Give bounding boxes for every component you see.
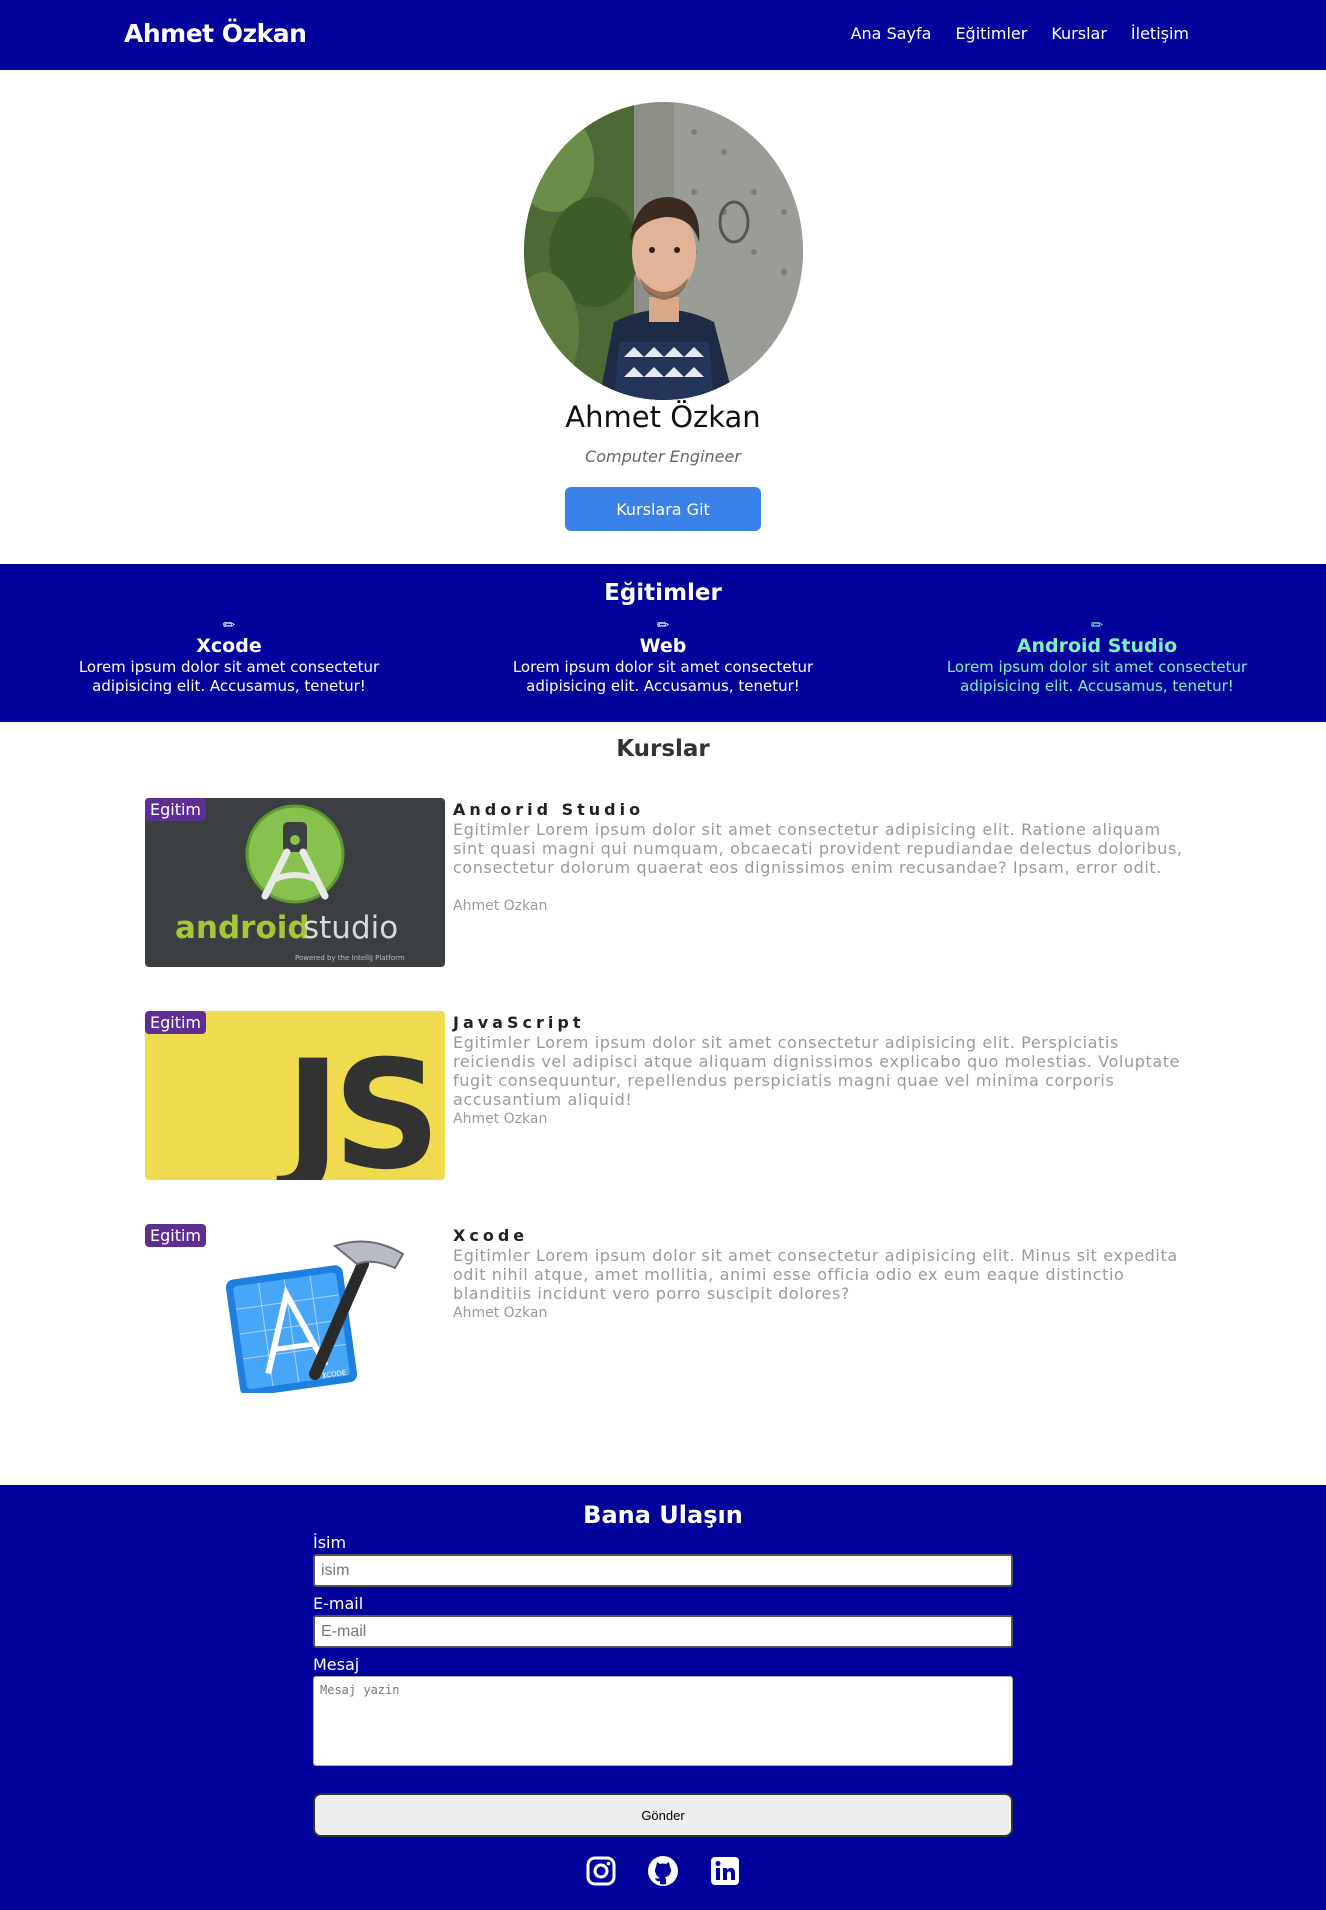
brand-logo[interactable]: Ahmet Özkan	[124, 19, 307, 48]
contact-title: Bana Ulaşın	[583, 1501, 743, 1529]
send-button[interactable]: Gönder	[313, 1793, 1013, 1837]
course-title[interactable]: Xcode	[453, 1226, 528, 1245]
email-label: E-mail	[313, 1594, 364, 1613]
education-item-title: Android Studio	[1016, 635, 1178, 657]
studio-logo-text: studio	[303, 910, 398, 946]
nav-education[interactable]: Eğitimler	[955, 24, 1027, 43]
social-links	[0, 1855, 1326, 1887]
contact-section: Bana Ulaşın İsim E-mail Mesaj Gönder	[0, 1485, 1326, 1910]
education-section: Eğitimler ✏ Xcode Lorem ipsum dolor sit …	[0, 564, 1326, 722]
education-item-text: Lorem ipsum dolor sit amet consectetur a…	[512, 658, 814, 695]
nav-home[interactable]: Ana Sayfa	[851, 24, 932, 43]
courses-title: Kurslar	[616, 736, 710, 762]
education-item: ✏ Xcode Lorem ipsum dolor sit amet conse…	[54, 616, 404, 696]
linkedin-icon[interactable]	[709, 1855, 741, 1887]
hero-name: Ahmet Özkan	[565, 400, 761, 434]
nav-menu: Ana Sayfa Eğitimler Kurslar İletişim	[851, 24, 1189, 43]
xcode-thumbnail[interactable]: Egitim XCODE	[145, 1224, 445, 1393]
name-input[interactable]	[313, 1554, 1013, 1587]
education-item: ✏ Web Lorem ipsum dolor sit amet consect…	[488, 616, 838, 696]
education-item-text: Lorem ipsum dolor sit amet consectetur a…	[78, 658, 380, 695]
javascript-thumbnail[interactable]: Egitim JS	[145, 1011, 445, 1180]
go-to-courses-button[interactable]: Kurslara Git	[565, 487, 761, 531]
name-label: İsim	[313, 1533, 347, 1552]
course-author: Ahmet Ozkan	[453, 1111, 548, 1127]
course-description: Egitimler Lorem ipsum dolor sit amet con…	[453, 1246, 1178, 1303]
email-input[interactable]	[313, 1615, 1013, 1648]
nav-contact[interactable]: İletişim	[1131, 24, 1189, 43]
course-badge: Egitim	[145, 1011, 207, 1034]
course-card: Egitim JS JavaScript Egitimler Lorem ips…	[145, 1011, 1185, 1181]
js-logo-text: JS	[276, 1029, 433, 1180]
course-title[interactable]: JavaScript	[453, 1013, 584, 1032]
android-logo-text: android	[175, 910, 310, 946]
course-author: Ahmet Ozkan	[453, 1305, 548, 1321]
instagram-icon[interactable]	[585, 1855, 617, 1887]
pencil-icon: ✏	[222, 616, 236, 634]
github-icon[interactable]	[647, 1855, 679, 1887]
message-label: Mesaj	[313, 1655, 360, 1674]
hero-role: Computer Engineer	[585, 447, 741, 466]
javascript-logo-icon: JS	[276, 1029, 441, 1180]
navbar: Ahmet Özkan Ana Sayfa Eğitimler Kurslar …	[0, 0, 1326, 70]
course-title[interactable]: Andorid Studio	[453, 800, 644, 819]
xcode-logo-icon: XCODE	[225, 1240, 405, 1393]
course-badge: Egitim	[145, 1224, 207, 1247]
education-item: ✏ Android Studio Lorem ipsum dolor sit a…	[922, 616, 1272, 696]
course-description: Egitimler Lorem ipsum dolor sit amet con…	[453, 1033, 1181, 1109]
course-card: Egitim XCODE Xcode Egitimler Lorem ipsum…	[145, 1224, 1185, 1394]
message-textarea[interactable]	[313, 1676, 1013, 1766]
nav-courses[interactable]: Kurslar	[1051, 24, 1107, 43]
education-item-text: Lorem ipsum dolor sit amet consectetur a…	[946, 658, 1248, 695]
pencil-icon: ✏	[656, 616, 670, 634]
android-studio-logo-icon: android studio Powered by the IntelliJ P…	[175, 804, 405, 962]
course-card: Egitim android studio Powered by the Int…	[145, 798, 1185, 968]
education-item-title: Xcode	[196, 635, 262, 657]
logo-subtext: Powered by the IntelliJ Platform	[295, 954, 405, 962]
course-badge: Egitim	[145, 798, 207, 821]
course-description: Egitimler Lorem ipsum dolor sit amet con…	[453, 820, 1183, 877]
course-author: Ahmet Ozkan	[453, 898, 548, 914]
education-title: Eğitimler	[604, 580, 722, 606]
education-item-title: Web	[639, 635, 687, 657]
android-studio-thumbnail[interactable]: Egitim android studio Powered by the Int…	[145, 798, 445, 967]
pencil-icon: ✏	[1090, 616, 1104, 634]
profile-photo	[524, 102, 803, 400]
